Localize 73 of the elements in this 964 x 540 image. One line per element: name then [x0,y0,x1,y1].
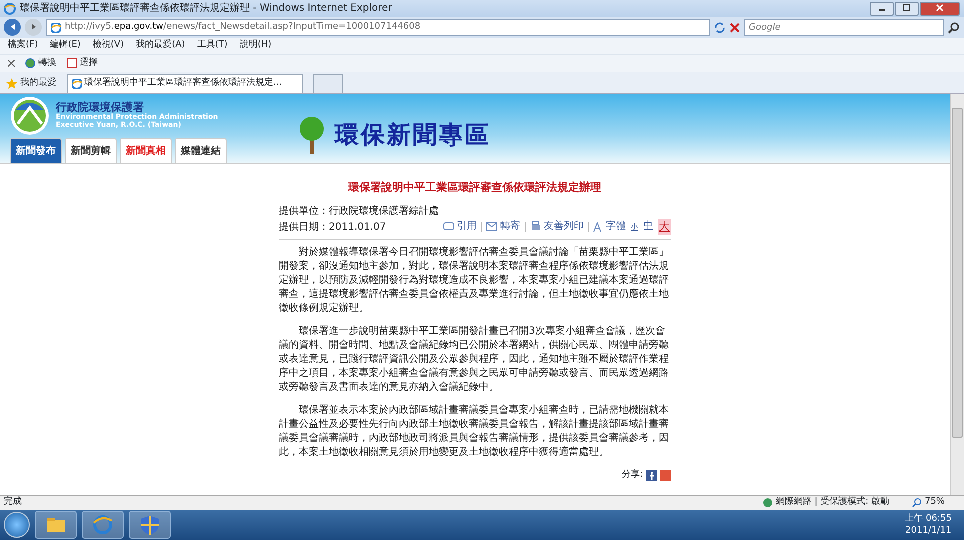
status-text: 完成 [4,496,22,510]
agency-name: 行政院環境保護署 [56,102,144,114]
browser-logo-icon [72,79,82,89]
address-field[interactable]: http://ivy5.epa.gov.tw/enews/fact_Newsdetail.asp?InputTime=1000107144608 [46,19,710,36]
share-square-icon[interactable] [646,470,657,482]
search-field[interactable]: Google [744,19,944,36]
star-icon [6,78,18,90]
envelope-icon [486,221,498,232]
start-button[interactable] [4,512,30,538]
clock-time: 上午 06:55 [905,513,952,525]
close-button[interactable] [920,2,960,16]
globe-icon [763,498,774,508]
forward-icon [30,23,38,32]
speech-bubble-icon [442,221,454,232]
printer-icon [530,221,542,232]
menu-item[interactable]: 工具(T) [197,39,228,53]
menu-item[interactable]: 編輯(E) [50,39,81,53]
minimize-button[interactable] [870,2,894,16]
font-size-option[interactable]: 中 [643,220,654,234]
nav-tab[interactable]: 新聞剪輯 [65,138,117,163]
browser-logo-icon [92,514,114,536]
menu-item[interactable]: 我的最愛(A) [136,39,186,53]
zoom-button[interactable]: 75% [912,496,945,510]
font-size-label: 字體 [606,220,626,234]
browser-tab[interactable]: 環保署說明中平工業區環評審查係依環評法規定... [66,74,302,93]
article-paragraph: 對於媒體報導環保署今日召開環境影響評估審查委員會議討論「苗栗縣中平工業區」開發案，卻沒通知地主參加，對此，環保署說明本案環評審查程序係依環境影響評估法規定辦理，以預防及減輕開發行為對環境造成不良影響，本案專案小組已建議本案通過環評審查，這提環境影響評估審查委員會依權責及專業進行討論，但土地徵收事宜仍應依土地徵收條例規定辦理。 [279,246,670,316]
refresh-icon[interactable] [714,22,726,34]
stop-icon[interactable] [730,22,740,32]
window-title: 環保署說明中平工業區環評審查係依環評法規定辦理 - Windows Internet Explorer [20,2,392,16]
nav-tab[interactable]: 新聞真相 [120,138,172,163]
mountain-logo-icon [10,96,50,136]
letter-a-icon [593,222,602,232]
close-icon [936,4,944,12]
toolbar-button[interactable]: 轉換 [25,56,56,70]
share-label: 分享: [622,469,643,482]
nav-tab[interactable]: 新聞發布 [10,138,62,163]
shield-icon [139,514,161,536]
tool-link[interactable]: 友善列印 [530,219,584,234]
browser-logo-icon [4,2,16,14]
article-title: 環保署說明中平工業區環評審查係依環評法規定辦理 [347,180,602,196]
scrollbar[interactable] [950,94,964,495]
globe-icon [25,58,36,69]
security-zone: 網際網路 | 受保護模式: 啟動 [763,496,890,510]
tool-link[interactable]: 轉寄 [486,219,520,234]
article-paragraph: 環保署進一步說明苗栗縣中平工業區開發計畫已召開3次專案小組審查會議，歷次會議的資料、開會時間、地點及會議紀錄均已公開於本署網站，供關心民眾、團體申請旁聽或表達意見，已踐行環評資訊公開及公眾參與程序，因此，通知地主雖不屬於環評作業程序中之項目，本案專案小組審查會議有意參與之民眾可申請旁聽或發言、而民眾透過網路或旁聽發言及書面表達的意見亦納入會議紀錄中。 [279,325,670,395]
tree-icon [297,114,327,154]
search-icon[interactable] [948,22,960,34]
page-icon [51,22,61,32]
favorites-button[interactable]: 我的最愛 [6,77,56,93]
nav-tab[interactable]: 媒體連結 [175,138,227,163]
back-icon [8,23,16,32]
maximize-button[interactable] [895,2,919,16]
clock-date: 2011/1/11 [905,525,952,537]
back-button[interactable] [4,19,21,36]
forward-button[interactable] [25,19,42,36]
article-paragraph: 環保署並表示本案於內政部區域計畫審議委員會專案小組審查時，已請需地機關就本計畫公益性及必要性先行向內政部土地徵收審議委員會報告，解該計畫提該部區域計畫審議委員會議審議時，內政部地政司將派員與會報告審議情形，提供該委員會審議參考，因此，本案土地徵收相關意見須於用地變更及土地徵收程序中獲得適當處理。 [279,404,670,460]
font-size-option[interactable]: 大 [658,218,671,235]
page-icon [66,58,78,69]
toolbar-button[interactable]: 選擇 [66,56,98,70]
banner-title: 環保新聞專區 [335,118,491,150]
close-icon[interactable] [8,60,15,67]
menu-item[interactable]: 檢視(V) [92,39,124,53]
menu-item[interactable]: 檔案(F) [8,39,38,53]
url-text: http://ivy5.epa.gov.tw/enews/fact_Newsdetail.asp?InputTime=1000107144608 [65,20,421,34]
maximize-icon [903,4,911,12]
menu-item[interactable]: 說明(H) [240,39,272,53]
taskbar-app[interactable] [35,511,77,539]
taskbar-app[interactable] [82,511,124,539]
provider-unit: 提供單位：行政院環境保護署綜計處 [279,204,440,218]
tool-link[interactable]: 引用 [442,219,477,234]
publish-date: 提供日期：2011.01.07 [279,221,386,235]
taskbar-app[interactable] [129,511,171,539]
magnifier-icon [912,498,922,508]
